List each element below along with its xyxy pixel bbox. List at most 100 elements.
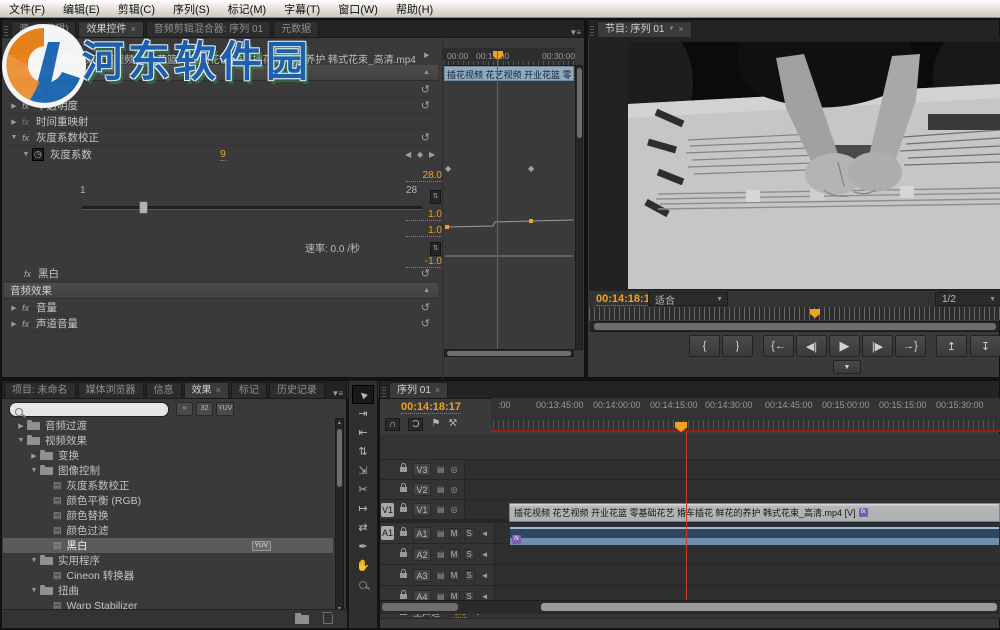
menu-item[interactable]: 帮助(H) xyxy=(387,1,442,17)
track-style-icon[interactable]: ▤ xyxy=(437,571,445,580)
tab-效果控件[interactable]: 效果控件× xyxy=(78,21,143,37)
gamma-param-row[interactable]: ▼ ◷ 灰度系数 9 ◀ ◆ ▶ xyxy=(4,147,438,163)
transport-button-6[interactable]: →} xyxy=(895,335,926,357)
tree-item-视频效果[interactable]: ▼视频效果 xyxy=(3,433,333,448)
tab-program[interactable]: 节目: 序列 01 ▼ × xyxy=(597,21,692,37)
selection-tool[interactable]: ▲ xyxy=(352,385,374,404)
expander-icon[interactable]: ▶ xyxy=(8,102,20,110)
source-badge-A1[interactable]: A1 xyxy=(381,526,394,540)
ec-mini-ruler[interactable]: 00:00 00:15:00 00:30:00 xyxy=(443,48,575,66)
value-min[interactable]: -1.0 xyxy=(406,256,442,268)
ec-v-scrollbar[interactable] xyxy=(575,65,583,350)
gamma-value[interactable]: 9 xyxy=(220,148,226,161)
search-input[interactable] xyxy=(9,402,169,417)
ripple-edit-tool[interactable]: ⇤ xyxy=(352,423,374,442)
expander-icon[interactable]: ▶ xyxy=(15,422,27,430)
keyframe-icon[interactable]: ◆ xyxy=(445,164,451,173)
collapse-icon[interactable]: ▲ xyxy=(423,287,430,294)
lock-icon[interactable] xyxy=(400,487,407,492)
tab-历史记录[interactable]: 历史记录 xyxy=(269,382,325,398)
audio-effects-section[interactable]: 音频效果 ▲ xyxy=(4,283,438,299)
timeline-settings-icon[interactable]: ⚒ xyxy=(448,418,457,431)
filter-badge-»[interactable]: » xyxy=(176,402,193,416)
tree-item-扭曲[interactable]: ▼扭曲 xyxy=(3,583,333,598)
lift-button[interactable]: ↥ xyxy=(936,335,967,357)
tab-项目: 未命名[interactable]: 项目: 未命名 xyxy=(4,382,76,398)
tree-item-Cineon 转换器[interactable]: ▤Cineon 转换器 xyxy=(3,568,333,583)
effect-row[interactable]: ▶fx▣运动↺ xyxy=(4,82,438,98)
pen-tool[interactable]: ✒ xyxy=(352,537,374,556)
tree-item-颜色替换[interactable]: ▤颜色替换 xyxy=(3,508,333,523)
track-style-icon[interactable]: ▤ xyxy=(437,529,445,538)
menu-item[interactable]: 编辑(E) xyxy=(54,1,109,17)
timeline-view-toggle-icon[interactable]: ▶ xyxy=(424,51,429,59)
menu-item[interactable]: 字幕(T) xyxy=(275,1,329,17)
ec-h-scrollbar[interactable] xyxy=(444,349,574,357)
add-keyframe-icon[interactable]: ◆ xyxy=(417,150,423,159)
tree-item-实用程序[interactable]: ▼实用程序 xyxy=(3,553,333,568)
tab-源:(无剪辑)[interactable]: 源:(无剪辑) xyxy=(11,21,76,37)
menu-item[interactable]: 文件(F) xyxy=(0,1,54,17)
next-keyframe-icon[interactable]: ▶ xyxy=(429,150,435,159)
zoom-tool[interactable] xyxy=(352,575,374,594)
tab-媒体浏览器[interactable]: 媒体浏览器 xyxy=(78,382,144,398)
reset-icon[interactable]: ↺ xyxy=(421,301,430,314)
transport-button-5[interactable]: |▶ xyxy=(862,335,893,357)
tree-item-黑白[interactable]: ▤黑白YUV xyxy=(3,538,333,553)
timeline-ruler[interactable]: :0000:13:45:0000:14:00:0000:14:15:0000:1… xyxy=(491,398,1000,432)
menu-item[interactable]: 剪辑(C) xyxy=(109,1,164,17)
lock-icon[interactable] xyxy=(400,467,407,472)
transport-button-2[interactable]: {← xyxy=(763,335,794,357)
effect-row[interactable]: ▼fx灰度系数校正↺ xyxy=(4,130,438,146)
snap-icon[interactable]: ∩ xyxy=(385,418,400,431)
track-name[interactable]: V3 xyxy=(413,463,431,476)
tab-标记[interactable]: 标记 xyxy=(231,382,267,398)
play-button[interactable]: ▶ xyxy=(829,335,860,357)
trash-icon[interactable] xyxy=(323,614,333,624)
panel-grip[interactable] xyxy=(590,25,594,36)
expander-icon[interactable]: ▶ xyxy=(8,86,20,94)
expander-icon[interactable]: ▼ xyxy=(28,587,40,594)
video-clip[interactable]: 插花视频 花艺视频 开业花篮 零基础花艺 婚车插花 鲜花的养护 韩式花束_高清.… xyxy=(509,503,1000,522)
ec-mini-clip[interactable]: 插花视频 花艺视频 开业花篮 零 xyxy=(444,66,574,81)
value-1[interactable]: 1.0 xyxy=(406,209,442,221)
expander-icon[interactable]: ▼ xyxy=(28,557,40,564)
audio-clip[interactable]: fx xyxy=(509,526,1000,546)
value-2[interactable]: 1.0 xyxy=(406,225,442,237)
track-header-A3[interactable]: A3▤MS◄ xyxy=(380,565,1000,586)
panel-menu-icon[interactable]: ▼≡ xyxy=(331,389,342,398)
speaker-icon[interactable]: ◄ xyxy=(481,529,489,538)
panel-menu-icon[interactable]: ▼≡ xyxy=(569,28,580,37)
close-icon[interactable]: × xyxy=(678,22,683,37)
effect-row[interactable]: ▶fx时间重映射 xyxy=(4,114,438,130)
rate-stretch-tool[interactable]: ⇲ xyxy=(352,461,374,480)
gamma-slider-track[interactable] xyxy=(82,206,422,210)
menu-item[interactable]: 窗口(W) xyxy=(329,1,387,17)
expander-icon[interactable]: ▼ xyxy=(20,151,32,158)
eye-icon[interactable]: ◎ xyxy=(451,505,458,514)
expander-icon[interactable]: ▶ xyxy=(8,320,20,328)
collapse-icon[interactable]: ▲ xyxy=(423,69,430,76)
speaker-icon[interactable]: ◄ xyxy=(481,550,489,559)
lock-icon[interactable] xyxy=(400,507,407,512)
expander-icon[interactable]: ▶ xyxy=(8,118,20,126)
expander-icon[interactable]: ▶ xyxy=(28,452,40,460)
tree-item-颜色过滤[interactable]: ▤颜色过滤 xyxy=(3,523,333,538)
video-effects-section[interactable]: 视频效果 ▲ xyxy=(4,65,438,81)
solo-button[interactable]: S xyxy=(464,570,475,581)
fit-dropdown[interactable]: 适合 ▼ xyxy=(648,292,728,306)
value-drag-icon[interactable]: ⇅ xyxy=(430,242,441,256)
tab-元数据[interactable]: 元数据 xyxy=(273,21,319,37)
track-header-V3[interactable]: V3▤◎ xyxy=(380,460,1000,480)
tree-item-颜色平衡 (RGB)[interactable]: ▤颜色平衡 (RGB) xyxy=(3,493,333,508)
track-name[interactable]: V1 xyxy=(413,503,431,516)
panel-grip[interactable] xyxy=(4,25,8,36)
effect-row[interactable]: ▶fx不透明度↺ xyxy=(4,98,438,114)
pm-timecode[interactable]: 00:14:18:17 xyxy=(596,293,656,306)
effect-row[interactable]: ▶fx声道音量↺ xyxy=(4,316,438,332)
filter-badge-YUV[interactable]: YUV xyxy=(216,402,234,416)
close-icon[interactable]: × xyxy=(435,383,440,398)
transport-button-1[interactable]: } xyxy=(722,335,753,357)
track-style-icon[interactable]: ▤ xyxy=(437,465,445,474)
reset-icon[interactable]: ↺ xyxy=(421,131,430,144)
